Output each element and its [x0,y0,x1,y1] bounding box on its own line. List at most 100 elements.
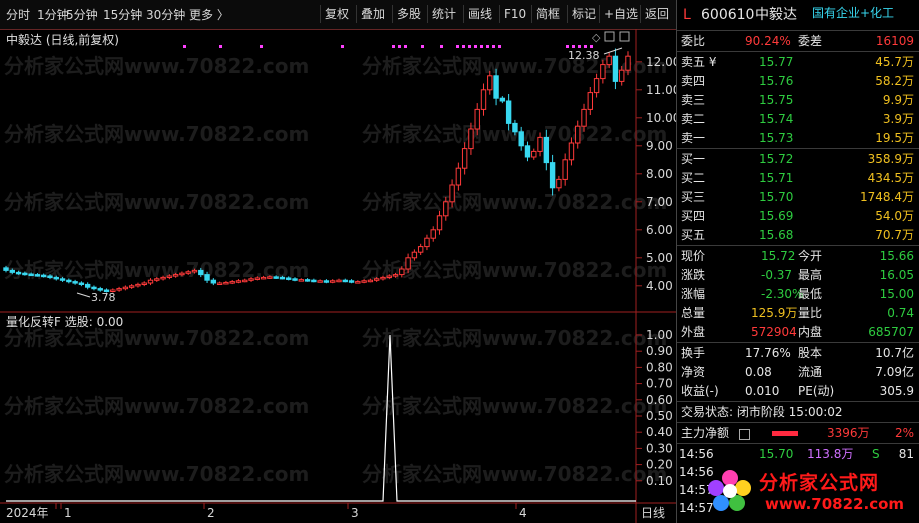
candle-body [436,215,443,231]
signal-dot [486,45,489,48]
buy-level-label: 买三 [681,190,706,204]
candle-body [468,128,474,150]
sell-level-label: 卖一 [681,131,706,145]
toolbar-btn-huaxian[interactable]: 画线 [463,5,492,23]
toolbar-btn-30min[interactable]: 30分钟 [146,6,185,23]
sell-level-row[interactable]: 卖二 15.74 3.9万 [677,110,919,129]
quote-row[interactable]: 外盘 572904 内盘 685707 [677,323,919,342]
toolbar-btn-5min[interactable]: 5分钟 [66,6,98,23]
candle-body [323,280,330,283]
main-force-value: 3396万 [827,426,870,440]
toolbar-btn-fanhui[interactable]: 返回 [640,5,669,23]
quote-row[interactable]: 涨跌 -0.37 最高 16.05 [677,266,919,285]
toolbar-btn-more[interactable]: 更多 〉 [189,6,229,23]
fundamental-row[interactable]: 收益(-) 0.010 PE(动) 305.9 [677,382,919,401]
candle-body [518,131,524,147]
quote-value: -0.37 [761,268,793,282]
candle-body [348,280,355,283]
sell-level-price: 15.73 [759,131,794,145]
candle-body [154,278,160,281]
candle-body [386,275,392,278]
indicator-tick-label: 0.10 [646,474,673,488]
buy-level-row[interactable]: 买四 15.69 54.0万 [677,207,919,226]
quote-row[interactable]: 现价 15.72 今开 15.66 [677,247,919,266]
fundamental-value: 0.08 [745,365,772,379]
toolbar-btn-diejia[interactable]: 叠加 [356,5,385,23]
candle-body [392,274,399,277]
maximize-icon[interactable] [619,31,630,42]
candle-body [361,280,367,283]
buy-level-row[interactable]: 买二 15.71 434.5万 [677,169,919,188]
candle-body [72,281,78,284]
signal-dot [341,45,344,48]
buy-level-row[interactable]: 买五 15.68 70.7万 [677,226,919,245]
buy-level-volume: 1748.4万 [860,190,914,204]
quote-panel: L 600610 中毅达 国有企业+化工 委比 90.24% 委差 16109 … [676,0,919,523]
buy-level-volume: 358.9万 [867,152,914,166]
toolbar-btn-15min[interactable]: 15分钟 [103,6,142,23]
fundamental-label: 换手 [681,346,706,360]
watermark-text: 分析家公式网www.70822.com [4,122,309,146]
site-logo: 分析家公式网 www.70822.com [707,462,917,520]
candle-body [40,274,47,278]
fundamental-row[interactable]: 换手 17.76% 股本 10.7亿 [677,344,919,363]
buy-level-volume: 70.7万 [875,228,914,242]
fundamental-value: 17.76% [745,346,791,360]
quote-row[interactable]: 总量 125.9万 量比 0.74 [677,304,919,323]
sell-level-label: 卖四 [681,74,706,88]
price-tick-label: 12.00 [646,55,676,69]
fundamental-row[interactable]: 净资 0.08 流通 7.09亿 [677,363,919,382]
weibi-row: 委比 90.24% 委差 16109 [677,32,919,51]
square-icon[interactable] [604,31,615,42]
watermark-text: 分析家公式网www.70822.com [4,54,309,78]
indicator-tick-label: 0.80 [646,360,673,374]
stock-tag[interactable]: 国有企业+化工 [812,4,894,23]
price-tick-label: 11.00 [646,83,676,97]
toolbar-btn-jiankuang[interactable]: 简框 [531,5,560,23]
toolbar-btn-tongji[interactable]: 统计 [427,5,456,23]
price-tick-label: 10.00 [646,111,676,125]
doc-icon[interactable] [739,429,750,440]
quote-label: 现价 [681,249,706,263]
kline-chart[interactable]: 分析家公式网www.70822.com 分析家公式网www.70822.com 分析… [0,29,676,523]
quote-row[interactable]: 涨幅 -2.30% 最低 15.00 [677,285,919,304]
sell-level-volume: 45.7万 [875,55,914,69]
diamond-icon[interactable]: ◇ [592,31,601,44]
period-label[interactable]: 日线 [641,506,665,520]
buy-level-row[interactable]: 买三 15.70 1748.4万 [677,188,919,207]
price-tick-label: 7.00 [646,195,673,209]
logo-text: 分析家公式网 [759,472,880,494]
candle-body [15,271,22,275]
chart-title: 中毅达 (日线,前复权) [6,32,119,47]
toolbar-btn-1min[interactable]: 1分钟 [37,6,69,23]
candle-body [116,288,122,291]
high-price-label: 12.38 [568,49,600,62]
candle-body [47,275,53,278]
sell-level-row[interactable]: 卖一 15.73 19.5万 [677,129,919,148]
toolbar-btn-biaoji[interactable]: 标记 [567,5,596,23]
buy-level-price: 15.69 [759,209,794,223]
fundamental-value: 10.7亿 [875,346,914,360]
sell-level-volume: 3.9万 [882,112,914,126]
candle-body [286,277,292,280]
sell-level-row[interactable]: 卖五 ¥ 15.77 45.7万 [677,53,919,72]
toolbar-btn-fenshi[interactable]: 分时 [6,6,30,23]
candle-body [273,276,279,279]
sell-level-row[interactable]: 卖三 15.75 9.9万 [677,91,919,110]
toolbar-btn-duogu[interactable]: 多股 [392,5,421,23]
watermark-text: 分析家公式网www.70822.com [362,190,667,214]
toolbar-btn-fuquan[interactable]: 复权 [320,5,349,23]
candle-body [22,272,28,276]
candle-body [619,69,625,82]
candle-body [524,145,531,158]
candle-body [235,280,242,283]
candle-body [568,142,575,161]
quote-label: 今开 [798,249,823,263]
toolbar-btn-f10[interactable]: F10 [499,5,526,23]
buy-level-row[interactable]: 买一 15.72 358.9万 [677,150,919,169]
candle-body [160,276,166,280]
toolbar-btn-zixuan[interactable]: +自选 [599,5,638,23]
l-mark-icon: L [683,7,691,23]
sell-level-row[interactable]: 卖四 15.76 58.2万 [677,72,919,91]
candle-body [248,278,254,281]
